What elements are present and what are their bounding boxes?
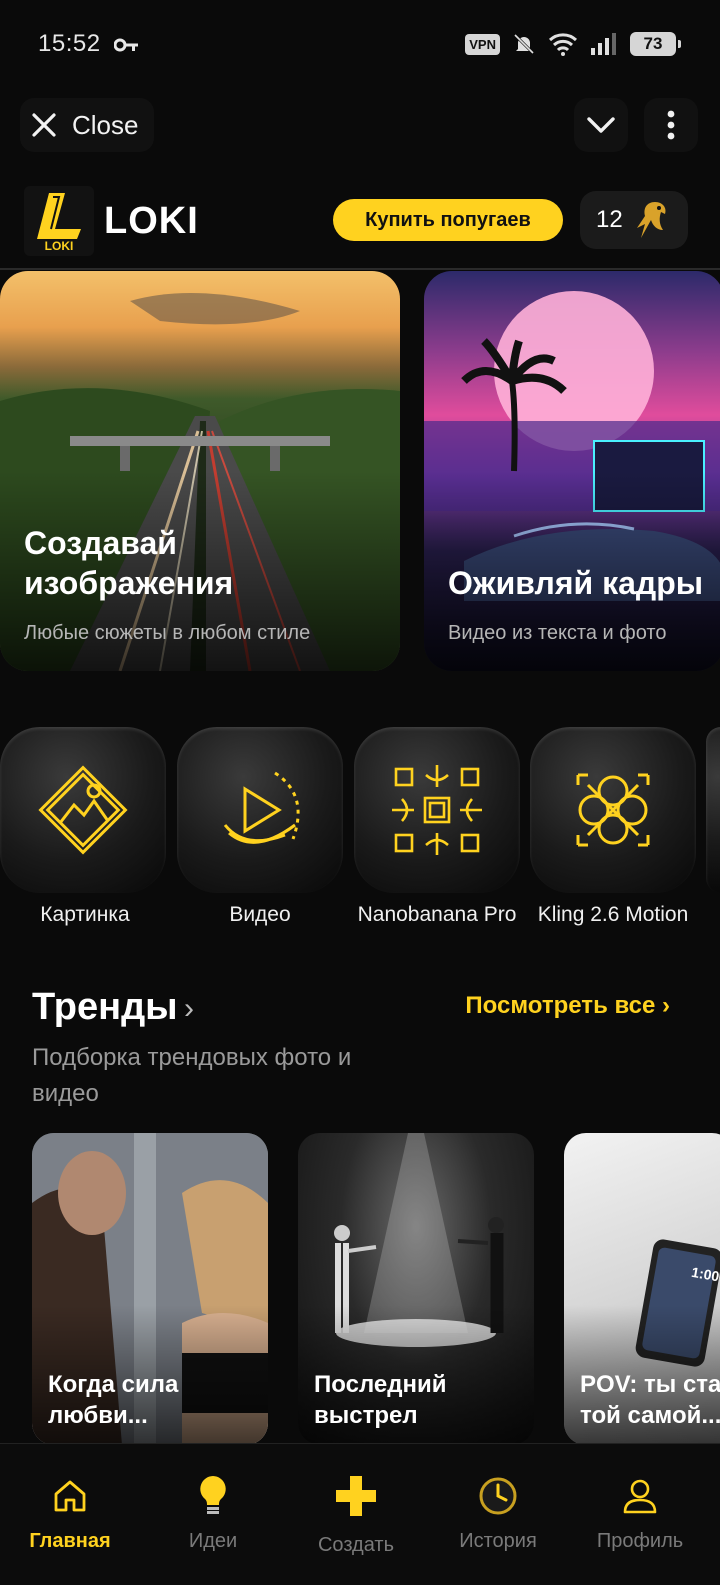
- nav-home[interactable]: Главная: [0, 1474, 140, 1553]
- status-bar: 15:52 VPN 73: [0, 0, 720, 90]
- tool-label: Kling 2.6 Motion: [537, 903, 689, 926]
- nav-label: Профиль: [596, 1530, 684, 1552]
- trends-title[interactable]: Тренды: [32, 986, 178, 1029]
- trends-chevron-icon[interactable]: ›: [184, 992, 194, 1026]
- tool-image[interactable]: [0, 727, 166, 893]
- header-divider: [0, 268, 720, 270]
- buy-parrots-button[interactable]: Купить попугаев: [333, 199, 563, 241]
- hero-card-video[interactable]: Оживляй кадры Видео из текста и фото: [424, 271, 720, 671]
- hero-card-images[interactable]: Создавай изображения Любые сюжеты в любо…: [0, 271, 400, 671]
- play-swirl-icon: [223, 771, 300, 844]
- tool-partial[interactable]: [706, 727, 720, 893]
- loki-logo: LOKI: [24, 186, 94, 256]
- signal-icon: [591, 33, 616, 55]
- tool-video[interactable]: [177, 727, 343, 893]
- wifi-icon: [548, 33, 578, 56]
- balance-count: 12: [596, 206, 623, 233]
- more-menu-button[interactable]: [644, 98, 698, 152]
- see-all-link[interactable]: Посмотреть все ›: [465, 992, 670, 1020]
- brand: LOKI LOKI: [24, 186, 199, 256]
- tool-label: Видео: [229, 903, 291, 926]
- balance-chip[interactable]: 12: [580, 191, 688, 249]
- banana-chip-icon: [392, 765, 482, 855]
- nav-create[interactable]: Создать: [286, 1474, 426, 1557]
- bottom-nav: Главная Идеи Создать История Профиль: [0, 1443, 720, 1585]
- key-icon: [114, 38, 138, 52]
- trends-subtitle: Подборка трендовых фото и видео: [32, 1044, 352, 1107]
- mountain-diamond-icon: [38, 765, 128, 855]
- collapse-button[interactable]: [574, 98, 628, 152]
- close-icon: [32, 113, 56, 137]
- tool-label: Картинка: [40, 903, 130, 926]
- more-vertical-icon: [667, 110, 675, 140]
- trend-card[interactable]: Последний выстрел: [298, 1133, 534, 1445]
- trend-title: POV: ты ста той самой...: [580, 1371, 720, 1429]
- nav-label: Главная: [29, 1530, 111, 1552]
- mute-bell-icon: [513, 33, 535, 55]
- trend-card[interactable]: Когда сила любви...: [32, 1133, 268, 1445]
- tool-nanobanana[interactable]: [354, 727, 520, 893]
- battery-indicator: 73: [630, 32, 681, 56]
- status-icons: VPN 73: [465, 32, 681, 56]
- top-actions: [574, 98, 698, 152]
- knot-arrows-icon: [576, 773, 650, 847]
- nav-label: Создать: [317, 1534, 394, 1556]
- nav-profile[interactable]: Профиль: [570, 1474, 710, 1553]
- profile-icon: [623, 1479, 657, 1514]
- lightbulb-icon: [200, 1476, 226, 1514]
- trend-card[interactable]: 1:00 POV: ты ста той самой...: [564, 1133, 720, 1445]
- hero-subtitle: Любые сюжеты в любом стиле: [24, 622, 311, 644]
- hero-title: Создавай изображения: [24, 525, 234, 601]
- chevron-down-icon: [587, 117, 615, 133]
- status-time: 15:52: [38, 30, 101, 57]
- nav-label: История: [459, 1530, 537, 1552]
- parrot-icon: [636, 202, 666, 238]
- hero-title: Оживляй кадры: [448, 565, 704, 601]
- brand-name: LOKI: [104, 199, 199, 242]
- vpn-badge: VPN: [465, 33, 500, 55]
- clock-icon: [479, 1477, 517, 1515]
- hero-subtitle: Видео из текста и фото: [448, 622, 667, 644]
- home-icon: [54, 1480, 86, 1512]
- nav-label: Идеи: [188, 1530, 238, 1552]
- loki-logo-icon: LOKI: [37, 193, 81, 253]
- tools-row: Картинка Видео Nanobanana Pro Kling 2.6 …: [0, 727, 720, 937]
- logo-text: LOKI: [45, 239, 74, 253]
- nav-history[interactable]: История: [428, 1474, 568, 1553]
- tool-label: Nanobanana Pro: [357, 903, 517, 926]
- close-label: Close: [72, 109, 139, 140]
- tool-kling[interactable]: [530, 727, 696, 893]
- trend-title: Последний выстрел: [314, 1371, 447, 1429]
- plus-icon: [336, 1476, 376, 1516]
- nav-ideas[interactable]: Идеи: [143, 1474, 283, 1553]
- trend-title: Когда сила любви...: [48, 1371, 179, 1429]
- close-button[interactable]: Close: [20, 98, 155, 152]
